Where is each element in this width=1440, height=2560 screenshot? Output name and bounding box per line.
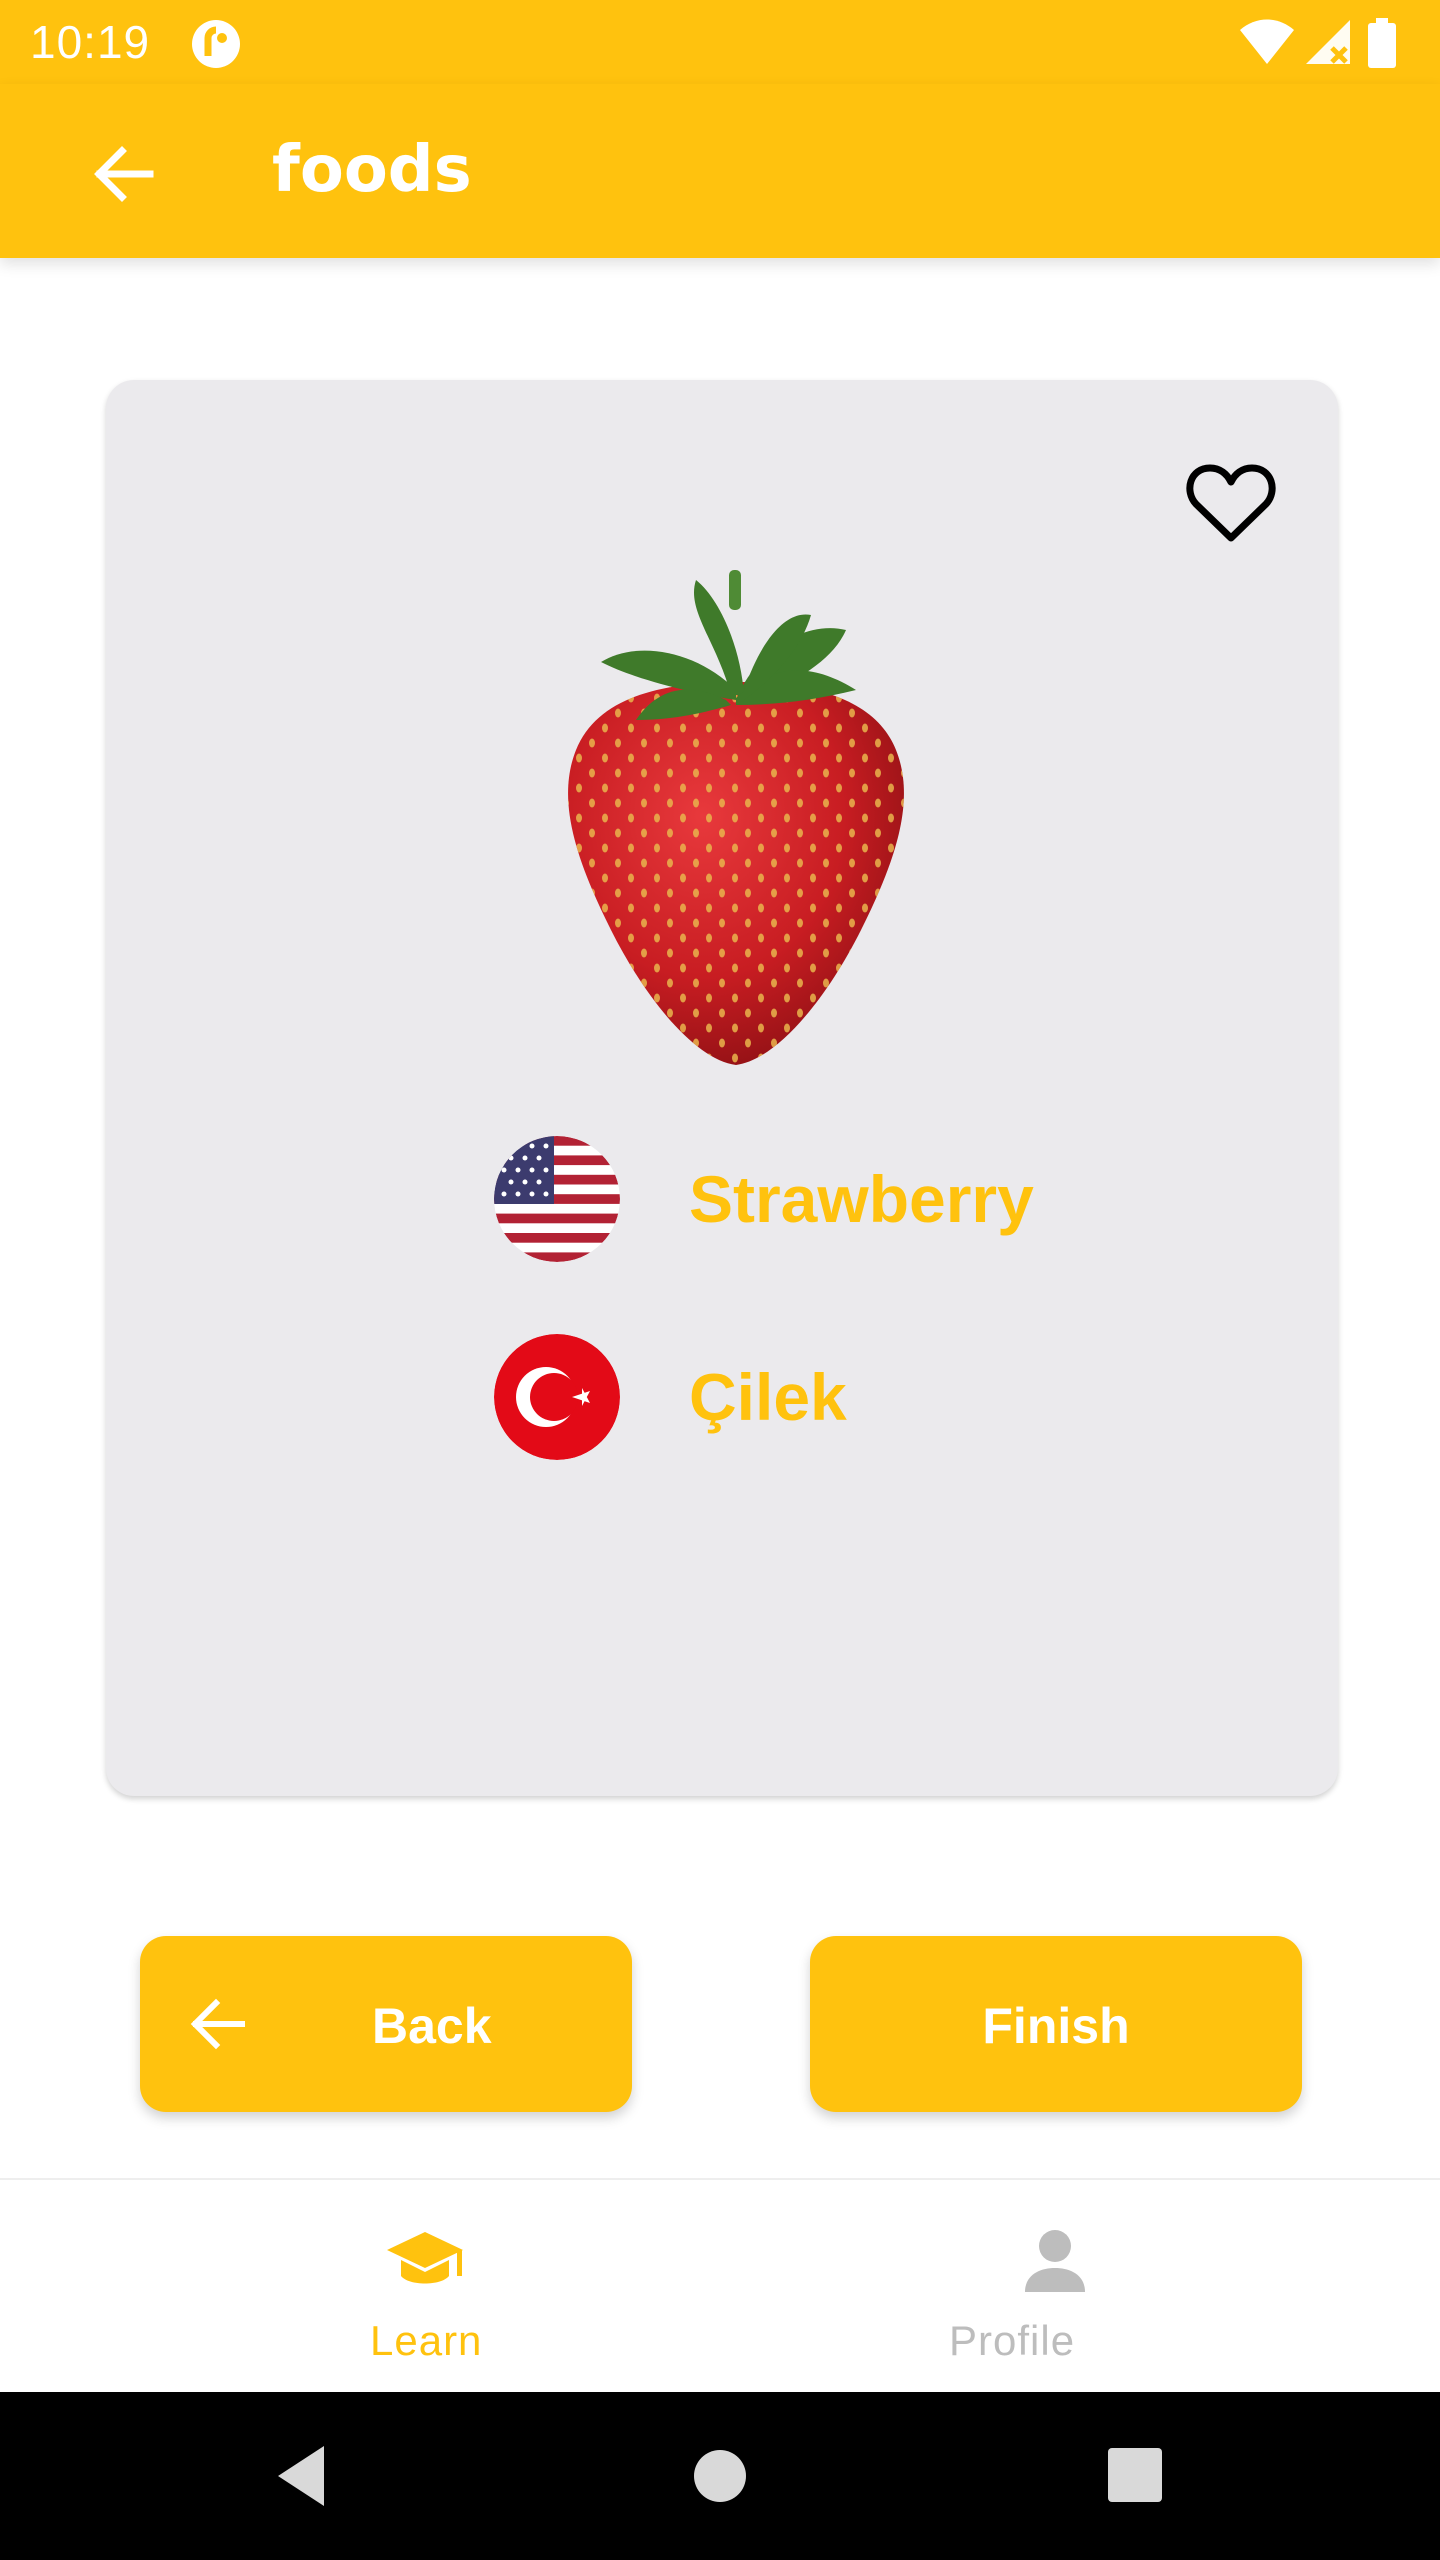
strawberry-image — [568, 570, 904, 1065]
page-title: foods — [272, 133, 472, 207]
system-navigation-bar — [0, 2392, 1440, 2560]
screen: 10:19 foods Strawberry Çilek Back Finish… — [0, 0, 1440, 2560]
arrow-back-icon[interactable] — [88, 139, 158, 209]
translation-row-english: Strawberry — [494, 1136, 1194, 1262]
nav-item-profile[interactable]: Profile — [720, 2180, 1440, 2394]
person-icon — [1025, 2230, 1085, 2292]
cell-signal-icon — [1306, 20, 1350, 64]
status-icons — [1238, 18, 1418, 68]
battery-icon — [1368, 18, 1396, 68]
finish-button[interactable]: Finish — [810, 1936, 1302, 2112]
heart-outline-icon[interactable] — [1186, 460, 1276, 544]
arrow-back-icon — [190, 1998, 245, 2050]
us-flag-icon — [494, 1136, 620, 1262]
translation-row-turkish: Çilek — [494, 1334, 1194, 1460]
toolbar: foods — [0, 84, 1440, 258]
system-recents-icon[interactable] — [1096, 2436, 1176, 2516]
nav-label-profile: Profile — [949, 2317, 1076, 2364]
back-button-label: Back — [372, 1998, 492, 2054]
system-home-icon[interactable] — [680, 2436, 760, 2516]
word-english: Strawberry — [689, 1162, 1034, 1236]
nav-item-learn[interactable]: Learn — [0, 2180, 720, 2394]
turkey-flag-icon — [494, 1334, 620, 1460]
finish-button-label: Finish — [982, 1998, 1130, 2054]
nav-label-learn: Learn — [370, 2317, 483, 2364]
word-card: Strawberry Çilek — [106, 380, 1338, 1796]
status-bar: 10:19 — [0, 0, 1440, 84]
bottom-navigation: Learn Profile — [0, 2178, 1440, 2392]
status-time: 10:19 — [30, 16, 151, 68]
back-button[interactable]: Back — [140, 1936, 632, 2112]
wifi-icon — [1240, 19, 1294, 64]
graduation-cap-icon — [387, 2232, 463, 2284]
app-notification-icon — [192, 20, 240, 68]
word-turkish: Çilek — [689, 1360, 847, 1434]
system-back-icon[interactable] — [268, 2436, 348, 2516]
